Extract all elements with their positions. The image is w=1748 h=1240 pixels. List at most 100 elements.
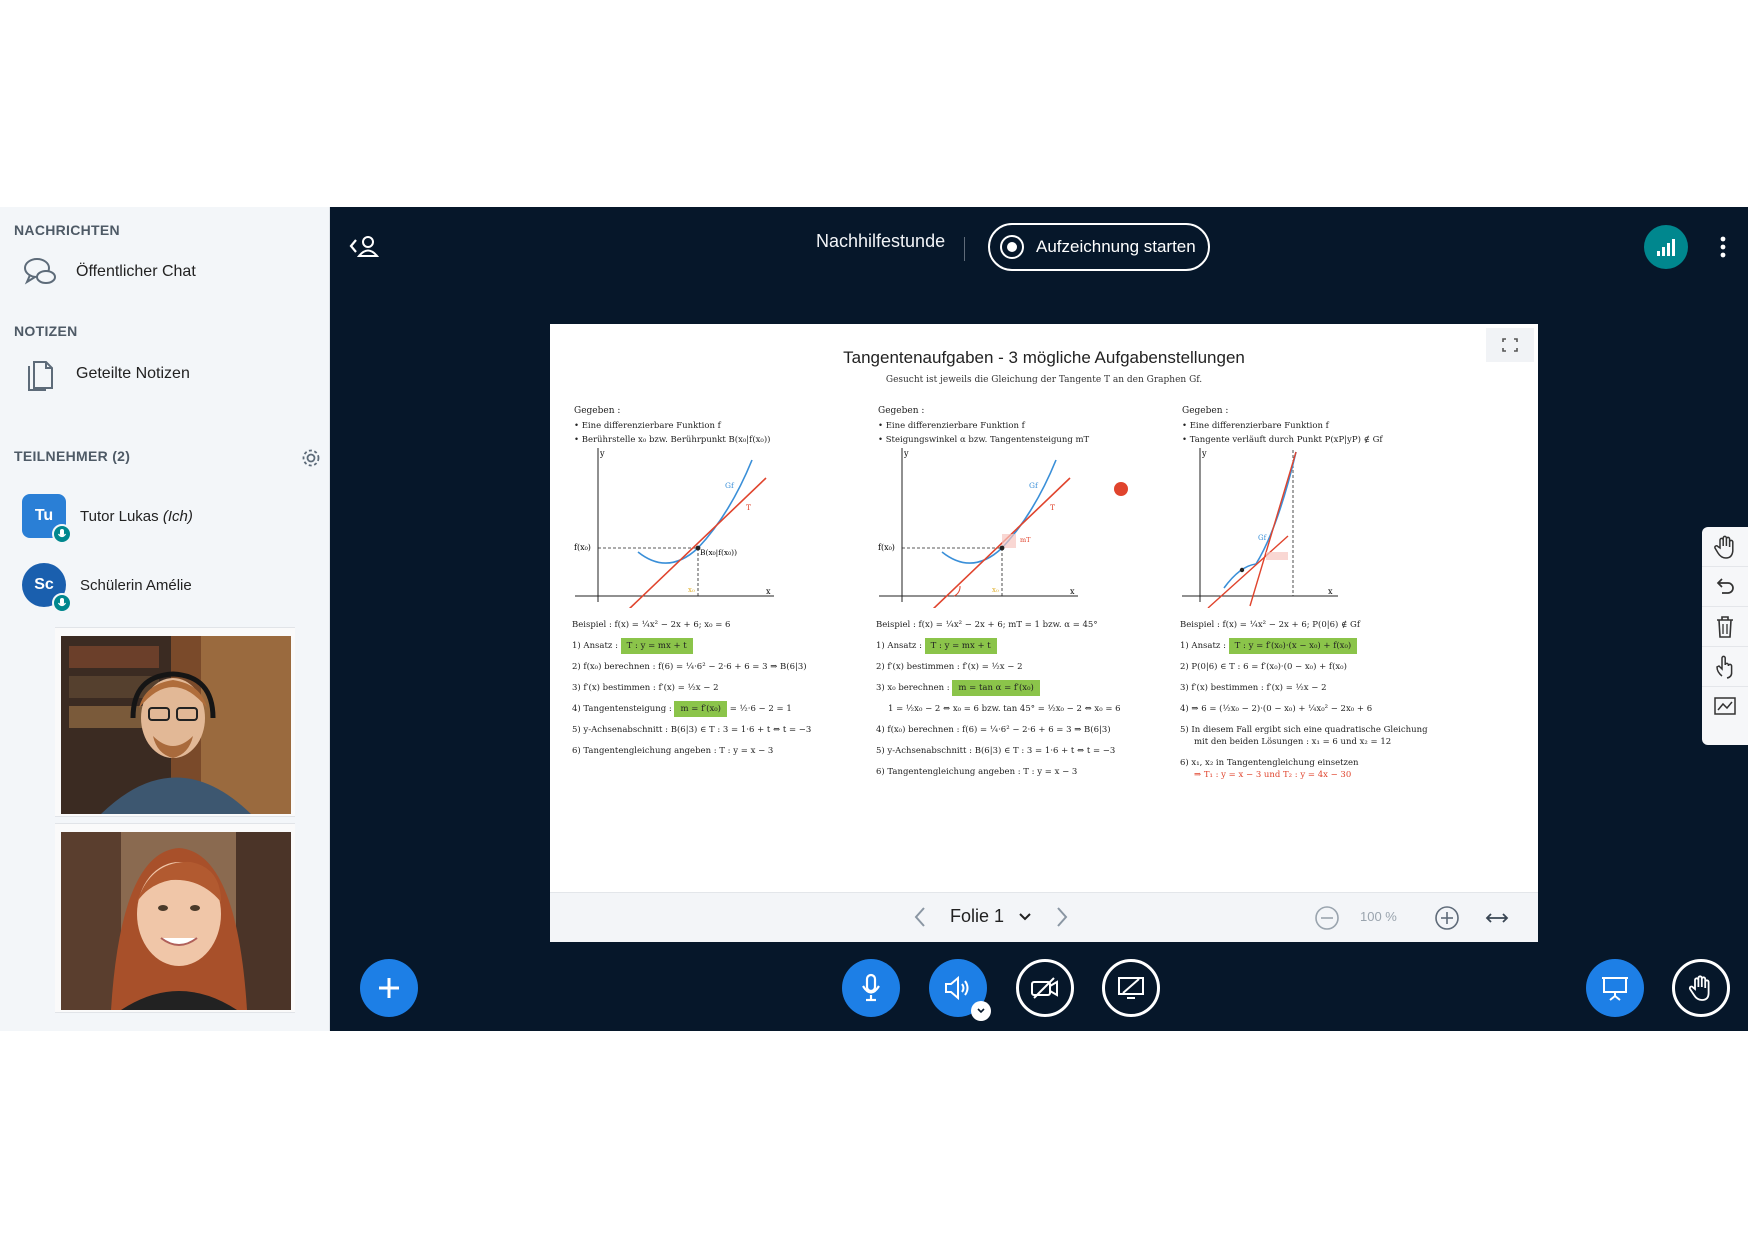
- more-icon[interactable]: [1710, 229, 1736, 265]
- meeting-title: Nachhilfestunde: [816, 231, 946, 251]
- signal-icon[interactable]: [1644, 225, 1688, 269]
- example-2: Beispiel : f(x) = ¼x² − 2x + 6; mT = 1 b…: [876, 620, 1206, 788]
- zoom-out-icon[interactable]: [1314, 905, 1340, 936]
- avatar: Tu: [22, 494, 72, 544]
- step-4: 4) ⇒ 6 = (½x₀ − 2)·(0 − x₀) + ¼x₀² − 2x₀…: [1180, 704, 1373, 714]
- participant-name: Tutor Lukas (Ich): [80, 508, 193, 525]
- slide-select-label: Folie 1: [950, 906, 1005, 926]
- step-2: 2) f(x₀) berechnen : f(6) = ¼·6² − 2·6 +…: [572, 662, 807, 672]
- presentation-icon[interactable]: [1586, 959, 1644, 1017]
- slope-box: m = f′(x₀): [674, 701, 727, 717]
- participant-tutor[interactable]: Tu Tutor Lukas (Ich): [14, 488, 314, 544]
- tangent-graph-2: y x f(x₀) Gf T mT x₀: [878, 448, 1078, 608]
- tangent-label: T: [746, 503, 751, 512]
- ansatz-box: T : y = f′(x₀)·(x − x₀) + f(x₀): [1228, 638, 1358, 654]
- step-5-detail: mit den beiden Lösungen : x₁ = 6 und x₂ …: [1194, 737, 1392, 747]
- example-text: Beispiel : f(x) = ¼x² − 2x + 6; x₀ = 6: [572, 620, 731, 630]
- x0-box: m = tan α = f′(x₀): [952, 680, 1040, 696]
- axis-label-y: y: [903, 449, 909, 458]
- curve-label: Gf: [725, 481, 735, 490]
- zoom-in-icon[interactable]: [1434, 905, 1460, 936]
- axis-label-x: x: [1328, 587, 1333, 596]
- touch-point-label: B(x₀|f(x₀)): [700, 548, 737, 557]
- chat-icon: [14, 252, 66, 292]
- expand-icon[interactable]: [1486, 328, 1534, 362]
- step-6-detail: ⇒ T₁ : y = x − 3 und T₂ : y = 4x − 30: [1194, 770, 1352, 780]
- example-3: Beispiel : f(x) = ¼x² − 2x + 6; P(0|6) ∉…: [1180, 620, 1510, 791]
- participant-suffix: (Ich): [162, 507, 193, 525]
- given-bullet: • Eine differenzierbare Funktion f: [574, 421, 721, 431]
- undo-icon[interactable]: [1702, 567, 1748, 607]
- webcam-image-tutor: [61, 636, 291, 814]
- mic-icon[interactable]: [842, 959, 900, 1017]
- plus-icon[interactable]: [360, 959, 418, 1017]
- avatar-initials: Tu: [34, 507, 54, 524]
- prev-slide-icon[interactable]: [912, 905, 928, 934]
- step-3: 3) x₀ berechnen : m = tan α = f′(x₀): [876, 680, 1206, 696]
- participant-student[interactable]: Sc Schülerin Amélie: [14, 557, 314, 613]
- tangent-label: T: [1050, 503, 1055, 512]
- step-text: = ½·6 − 2 = 1: [729, 704, 792, 714]
- notes-section-title: NOTIZEN: [14, 323, 78, 339]
- step-4: 4) Tangentensteigung : m = f′(x₀) = ½·6 …: [572, 701, 902, 717]
- slide-select[interactable]: Folie 1: [950, 906, 1032, 927]
- avatar-initials: Sc: [34, 576, 54, 593]
- shared-notes-item[interactable]: Geteilte Notizen: [14, 351, 314, 397]
- task-column-2: Gegeben : • Eine differenzierbare Funkti…: [878, 406, 1198, 447]
- axis-label-x: x: [766, 587, 771, 596]
- gear-icon[interactable]: [300, 447, 322, 474]
- step-2: 2) f′(x) bestimmen : f′(x) = ½x − 2: [876, 662, 1023, 672]
- presentation-slide[interactable]: Tangentenaufgaben - 3 mögliche Aufgabens…: [550, 324, 1538, 942]
- app-window: NACHRICHTEN Öffentlicher Chat NOTIZEN Ge…: [0, 207, 1748, 1031]
- given-bullet: • Eine differenzierbare Funktion f: [878, 421, 1025, 431]
- step-6: 6) Tangentengleichung angeben : T : y = …: [876, 767, 1078, 777]
- example-text: Beispiel : f(x) = ¼x² − 2x + 6; P(0|6) ∉…: [1180, 620, 1360, 630]
- screenshare-off-icon[interactable]: [1102, 959, 1160, 1017]
- video-tile-tutor[interactable]: [55, 627, 295, 817]
- video-tile-student[interactable]: [55, 823, 295, 1013]
- axis-label-x: x: [1070, 587, 1075, 596]
- step-3: 3) f′(x) bestimmen : f′(x) = ½x − 2: [572, 683, 719, 693]
- step-text: 1) Ansatz :: [1180, 641, 1226, 651]
- step-text: 3) x₀ berechnen :: [876, 683, 950, 693]
- pointer-icon[interactable]: [1702, 647, 1748, 687]
- public-chat-label: Öffentlicher Chat: [76, 263, 196, 280]
- zoom-level: 100 %: [1360, 909, 1397, 924]
- step-4: 4) f(x₀) berechnen : f(6) = ¼·6² − 2·6 +…: [876, 725, 1111, 735]
- trash-icon[interactable]: [1702, 607, 1748, 647]
- public-chat-item[interactable]: Öffentlicher Chat: [14, 249, 314, 295]
- chevron-down-icon: [971, 1001, 991, 1021]
- step-6: 6) Tangentengleichung angeben : T : y = …: [572, 746, 774, 756]
- axis-label-y: y: [599, 449, 605, 458]
- fx0-label: f(x₀): [574, 543, 591, 552]
- step-3-detail: 1 = ½x₀ − 2 ⇔ x₀ = 6 bzw. tan 45° = ½x₀ …: [888, 704, 1121, 714]
- slide-title: Tangentenaufgaben - 3 mögliche Aufgabens…: [843, 348, 1245, 367]
- given-heading: Gegeben :: [1182, 406, 1229, 416]
- avatar: Sc: [22, 563, 72, 613]
- notes-icon: [14, 354, 66, 394]
- whiteboard-toolbar: [1702, 527, 1748, 745]
- x0-label: x₀: [992, 586, 999, 594]
- ansatz-box: T : y = mx + t: [924, 638, 997, 654]
- step-5: 5) y-Achsenabschnitt : B(6|3) ∈ T : 3 = …: [572, 725, 812, 735]
- hand-icon[interactable]: [1702, 527, 1748, 567]
- camera-off-icon[interactable]: [1016, 959, 1074, 1017]
- given-bullet: • Berührstelle x₀ bzw. Berührpunkt B(x₀|…: [574, 435, 771, 445]
- tangent-graph-1: y x f(x₀) B(x₀|f(x₀)) Gf T x₀: [574, 448, 774, 608]
- step-1: 1) Ansatz : T : y = mx + t: [876, 638, 1206, 654]
- chevron-down-icon: [1019, 912, 1031, 920]
- example-text: Beispiel : f(x) = ¼x² − 2x + 6; mT = 1 b…: [876, 620, 1098, 630]
- record-button[interactable]: Aufzeichnung starten: [988, 223, 1210, 271]
- step-1: 1) Ansatz : T : y = f′(x₀)·(x − x₀) + f(…: [1180, 638, 1510, 654]
- curve-label: Gf: [1029, 481, 1039, 490]
- raise-hand-icon[interactable]: [1672, 959, 1730, 1017]
- laser-pointer: [1114, 482, 1128, 496]
- given-bullet: • Tangente verläuft durch Punkt P(xP|yP)…: [1182, 435, 1383, 445]
- step-text: 1) Ansatz :: [572, 641, 618, 651]
- user-toggle-icon[interactable]: [346, 229, 382, 263]
- next-slide-icon[interactable]: [1054, 905, 1070, 934]
- slide-subtitle: Gesucht ist jeweils die Gleichung der Ta…: [885, 375, 1203, 385]
- speaker-icon[interactable]: [929, 959, 991, 1021]
- fit-width-icon[interactable]: [1484, 908, 1510, 933]
- whiteboard-icon[interactable]: [1702, 687, 1748, 727]
